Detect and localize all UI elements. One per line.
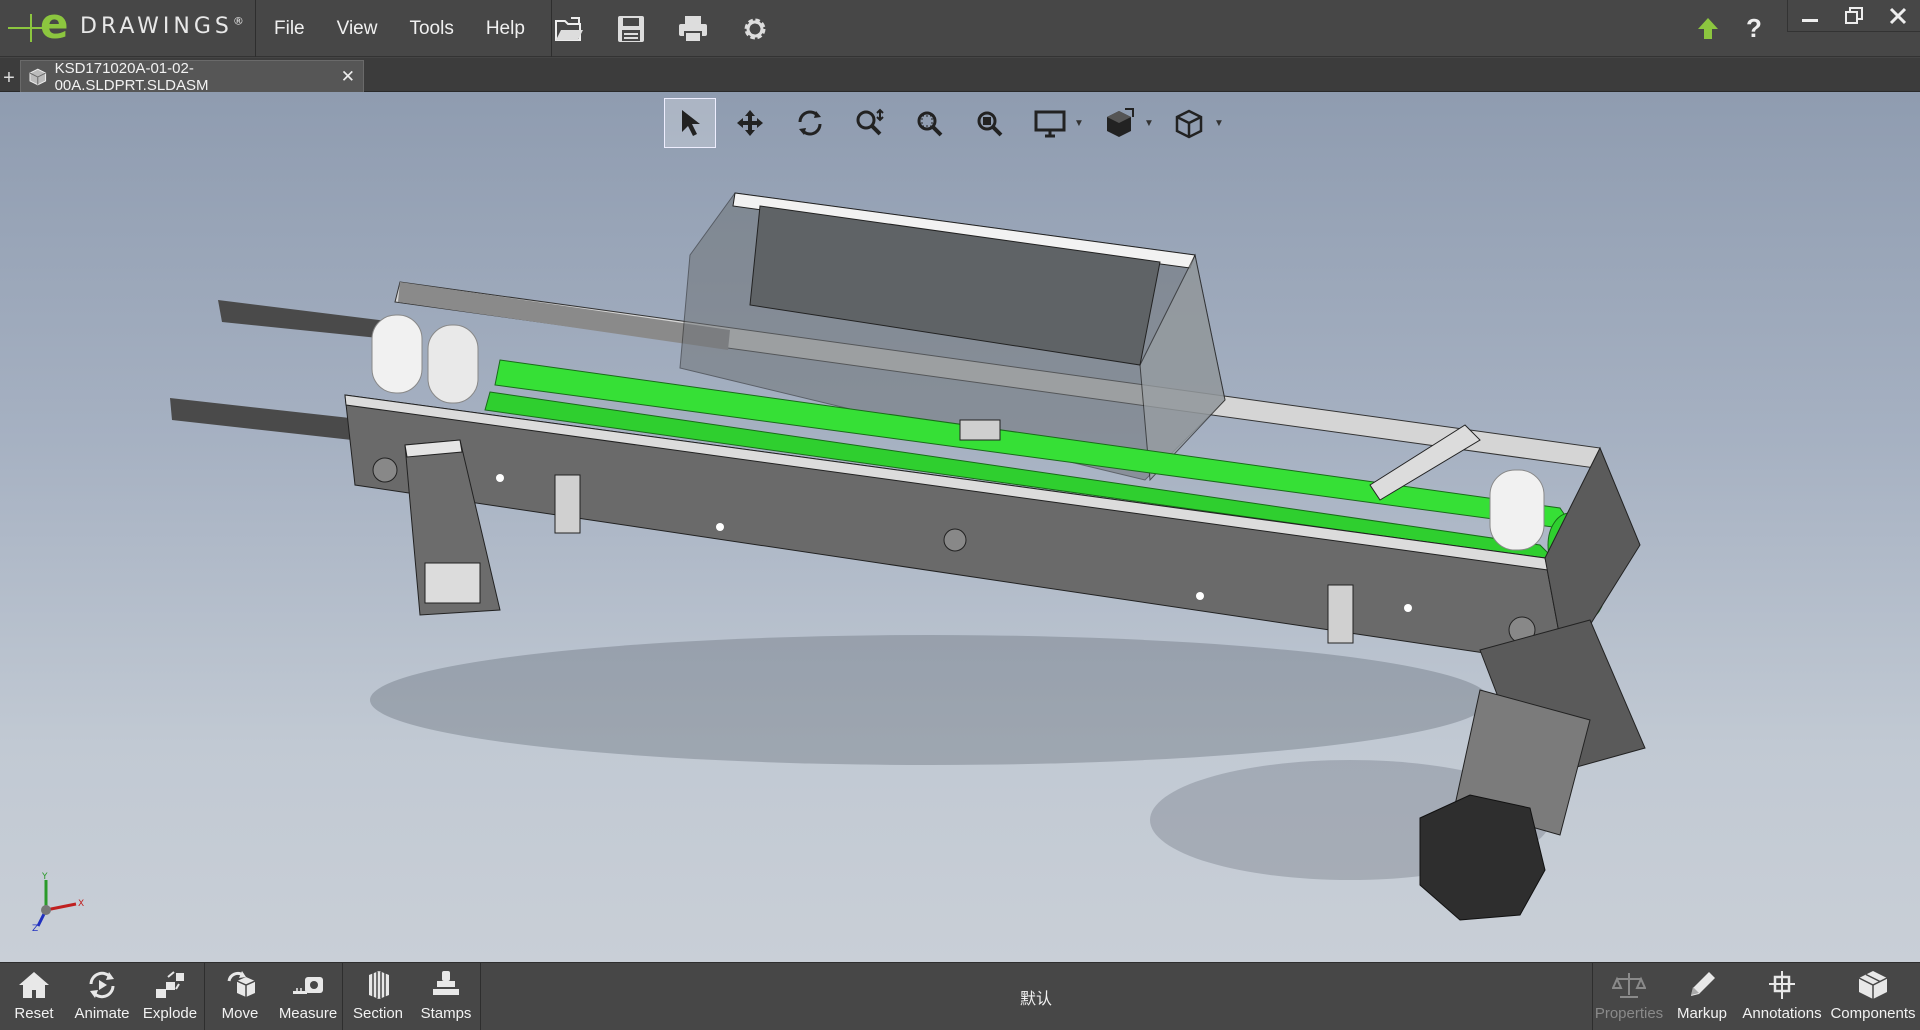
zoom-to-fit-icon[interactable] xyxy=(964,98,1016,148)
logo-word: DRAWINGS® xyxy=(80,14,248,39)
explode-button[interactable]: Explode xyxy=(138,963,202,1030)
minimize-icon[interactable] xyxy=(1788,0,1832,32)
zoom-to-area-icon[interactable] xyxy=(904,98,956,148)
rotate-icon[interactable] xyxy=(784,98,836,148)
measure-button[interactable]: Measure xyxy=(276,963,340,1030)
properties-button: Properties xyxy=(1594,963,1664,1030)
annotations-button[interactable]: Annotations xyxy=(1740,963,1824,1030)
triad-x-label: X xyxy=(78,899,84,909)
menu-tools[interactable]: Tools xyxy=(393,0,469,57)
print-icon[interactable] xyxy=(672,9,714,49)
document-tab[interactable]: KSD171020A-01-02-00A.SLDPRT.SLDASM ✕ xyxy=(20,59,364,94)
explode-icon xyxy=(156,971,184,998)
menu-help[interactable]: Help xyxy=(470,0,541,57)
move-icon xyxy=(227,971,256,997)
standard-views-icon[interactable] xyxy=(1164,98,1216,148)
zoom-icon[interactable] xyxy=(844,98,896,148)
view-orientation-icon[interactable] xyxy=(1094,98,1146,148)
triad-z-label: Z xyxy=(32,924,38,932)
conveyor-assembly-model[interactable] xyxy=(0,92,1920,962)
annotations-icon xyxy=(1769,971,1795,999)
menu-view[interactable]: View xyxy=(321,0,394,57)
components-icon xyxy=(1858,971,1888,999)
reset-button[interactable]: Reset xyxy=(2,963,66,1030)
document-tab-title: KSD171020A-01-02-00A.SLDPRT.SLDASM xyxy=(54,59,209,94)
move-button[interactable]: Move xyxy=(208,963,272,1030)
close-window-icon[interactable] xyxy=(1876,0,1920,32)
save-icon[interactable] xyxy=(610,9,652,49)
section-button[interactable]: Section xyxy=(346,963,410,1030)
update-icon[interactable] xyxy=(1685,9,1731,49)
components-button[interactable]: Components xyxy=(1828,963,1918,1030)
3d-viewport[interactable]: ▼ ▼ ▼ Y X Z xyxy=(0,92,1920,962)
markup-button[interactable]: Markup xyxy=(1668,963,1736,1030)
home-icon xyxy=(19,972,49,998)
menu-file[interactable]: File xyxy=(258,0,321,57)
display-style-dropdown-icon[interactable]: ▼ xyxy=(1074,118,1086,129)
window-buttons xyxy=(1787,0,1920,32)
pan-icon[interactable] xyxy=(724,98,776,148)
assembly-icon xyxy=(29,68,47,85)
triad-y-label: Y xyxy=(41,872,48,882)
file-toolbar xyxy=(548,0,776,57)
display-style-icon[interactable] xyxy=(1024,98,1076,148)
title-bar: e DRAWINGS® File View Tools Help ? xyxy=(0,0,1920,57)
help-button[interactable]: ? xyxy=(1731,9,1777,49)
configuration-name[interactable]: 默认 xyxy=(1000,985,1072,1009)
standard-views-dropdown-icon[interactable]: ▼ xyxy=(1214,118,1226,129)
tape-measure-icon xyxy=(293,977,323,994)
view-toolbar: ▼ ▼ ▼ xyxy=(664,98,1226,148)
bottom-toolbar: Reset Animate Explode Move Measure Secti… xyxy=(0,962,1920,1030)
logo-letter: e xyxy=(40,0,69,48)
stamps-button[interactable]: Stamps xyxy=(414,963,478,1030)
scales-icon xyxy=(1612,973,1646,998)
restore-icon[interactable] xyxy=(1832,0,1876,32)
document-tab-bar: + KSD171020A-01-02-00A.SLDPRT.SLDASM ✕ xyxy=(0,58,1920,94)
orientation-triad: Y X Z xyxy=(32,872,92,937)
animate-button[interactable]: Animate xyxy=(70,963,134,1030)
edrawings-logo: e DRAWINGS® xyxy=(0,0,256,57)
pencil-icon xyxy=(1691,972,1715,996)
view-orientation-dropdown-icon[interactable]: ▼ xyxy=(1144,118,1156,129)
close-tab-icon[interactable]: ✕ xyxy=(341,67,355,87)
settings-gear-icon[interactable] xyxy=(734,9,776,49)
section-icon xyxy=(369,971,389,999)
open-icon[interactable] xyxy=(548,9,590,49)
stamp-icon xyxy=(433,971,459,995)
animate-icon xyxy=(89,971,115,999)
new-tab-button[interactable]: + xyxy=(0,68,18,90)
select-arrow-icon[interactable] xyxy=(664,98,716,148)
window-controls-area: ? xyxy=(1685,0,1920,57)
menu-bar: File View Tools Help xyxy=(258,0,552,57)
